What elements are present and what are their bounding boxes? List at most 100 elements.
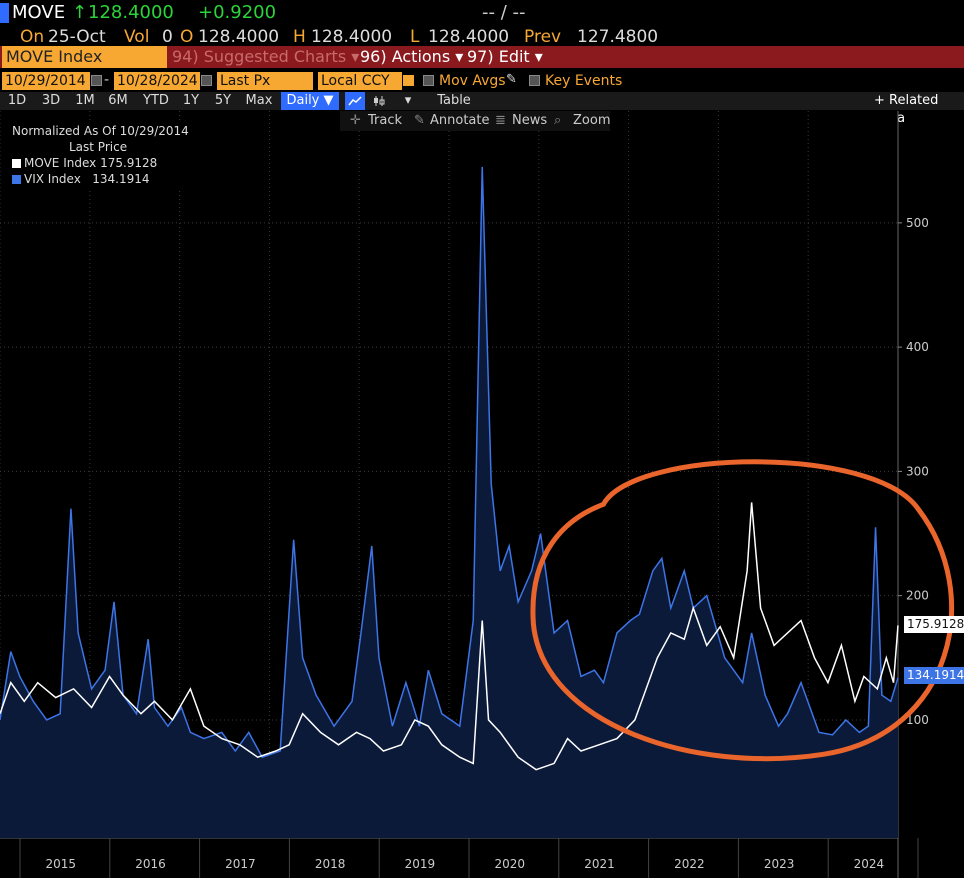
x-tick-label: 2019 [405, 857, 436, 871]
move-last-tag: 175.9128 [904, 616, 964, 633]
x-tick-label: 2016 [135, 857, 166, 871]
news-button[interactable]: News [512, 111, 547, 131]
legend-last-price: Last Price [69, 140, 128, 154]
chart-tools: ✛ Track ✎ Annotate ≣ News ⌕ Zoom [340, 111, 610, 131]
bid-ask: -- / -- [482, 2, 526, 23]
high-value: 128.4000 [311, 27, 393, 47]
edit-menu[interactable]: 97) Edit ▾ [467, 46, 543, 68]
period-toolbar: 1D 3D 1M 6M YTD 1Y 5Y Max Daily ▼ ▾ Tabl… [0, 92, 964, 126]
suggested-num: 94) [172, 47, 199, 66]
chevron-down-icon: ▾ [351, 47, 360, 66]
legend-move-value: 175.9128 [100, 156, 158, 170]
pencil-icon[interactable]: ✎ [414, 111, 425, 131]
period-6m-button[interactable]: 6M [105, 92, 131, 110]
key-events-checkbox[interactable] [529, 75, 540, 86]
low-label: L [410, 27, 420, 47]
annotate-button[interactable]: Annotate [430, 111, 489, 131]
period-1d-button[interactable]: 1D [4, 92, 30, 110]
edit-label: Edit [498, 47, 530, 66]
settings-row: 10/29/2014 - 10/28/2024 Last Px Local CC… [0, 72, 964, 92]
y-tick-label: 400 [906, 340, 929, 354]
period-max-button[interactable]: Max [244, 92, 274, 110]
high-label: H [293, 27, 306, 47]
calendar-icon[interactable] [201, 75, 212, 86]
y-tick-label: 200 [906, 589, 929, 603]
frequency-select[interactable]: Daily ▼ [281, 92, 339, 110]
date-dash: - [104, 72, 110, 88]
y-tick-label: 300 [906, 464, 929, 478]
quote-line: On 25-Oct Vol 0 O 128.4000 H 128.4000 L … [0, 27, 964, 47]
legend-normalized: Normalized As Of 10/29/2014 [12, 124, 189, 138]
vol-label: Vol [124, 27, 150, 47]
low-value: 128.4000 [428, 27, 510, 47]
price-change: +0.9200 [198, 2, 277, 23]
candlestick-icon[interactable] [369, 92, 389, 110]
suggested-label: Suggested Charts [203, 47, 347, 66]
suggested-charts-menu[interactable]: 94) Suggested Charts ▾ [172, 46, 359, 68]
edit-num: 97) [467, 47, 494, 66]
vol-value: 0 [162, 27, 173, 47]
period-5y-button[interactable]: 5Y [210, 92, 236, 110]
x-tick-label: 2024 [854, 857, 885, 871]
currency-select[interactable]: Local CCY [318, 72, 402, 90]
x-tick-label: 2020 [494, 857, 525, 871]
open-label: O [180, 27, 194, 47]
news-icon[interactable]: ≣ [495, 111, 506, 131]
chevron-down-icon: ▾ [455, 47, 464, 66]
x-tick-label: 2017 [225, 857, 256, 871]
chart-canvas[interactable]: 1002003004005002015 2016 2017 2018 2019 2020 2… [0, 111, 964, 878]
actions-label: Actions [391, 47, 451, 66]
mov-avgs-label[interactable]: Mov Avgs [439, 73, 506, 89]
last-price: 128.4000 [88, 2, 174, 23]
chart-type-dropdown-icon[interactable]: ▾ [398, 92, 418, 110]
line-chart-icon[interactable] [345, 92, 365, 110]
prev-label: Prev [524, 27, 562, 47]
x-tick-label: 2022 [674, 857, 705, 871]
legend-vix-value: 134.1914 [92, 172, 150, 186]
on-date: 25-Oct [48, 27, 106, 47]
x-tick-label: 2021 [584, 857, 615, 871]
calendar-icon[interactable] [91, 75, 102, 86]
header-line: MOVE ↑ 128.4000 +0.9200 -- / -- [0, 0, 964, 26]
chart-legend: Normalized As Of 10/29/2014 Last Price M… [6, 122, 196, 188]
end-date-field[interactable]: 10/28/2024 [114, 72, 200, 90]
period-1y-button[interactable]: 1Y [180, 92, 202, 110]
period-ytd-button[interactable]: YTD [140, 92, 172, 110]
track-button[interactable]: Track [368, 111, 402, 131]
x-tick-label: 2018 [315, 857, 346, 871]
actions-num: 96) [360, 47, 387, 66]
ticker-symbol: MOVE [12, 2, 66, 23]
key-events-label[interactable]: Key Events [545, 73, 622, 89]
ticker-marker [0, 3, 9, 23]
table-button[interactable]: Table [430, 92, 478, 110]
vix-last-tag: 134.1914 [904, 667, 964, 684]
field-select[interactable]: Last Px [217, 72, 313, 90]
period-3d-button[interactable]: 3D [38, 92, 64, 110]
on-label: On [20, 27, 45, 47]
x-tick-label: 2015 [45, 857, 76, 871]
legend-vix-entry: VIX Index 134.1914 [12, 172, 150, 186]
security-title[interactable]: MOVE Index [2, 46, 167, 68]
legend-vix-swatch [12, 175, 21, 184]
legend-vix-name: VIX Index [24, 172, 81, 186]
mov-avgs-checkbox[interactable] [423, 75, 434, 86]
legend-move-name: MOVE Index [24, 156, 97, 170]
related-data-button[interactable]: + Related Data [874, 92, 964, 126]
menu-bar: MOVE Index 94) Suggested Charts ▾ 96) Ac… [0, 46, 964, 68]
chevron-down-icon[interactable] [403, 75, 414, 86]
y-tick-label: 500 [906, 216, 929, 230]
start-date-field[interactable]: 10/29/2014 [2, 72, 90, 90]
legend-move-swatch [12, 159, 21, 168]
zoom-button[interactable]: Zoom [573, 111, 610, 131]
prev-value: 127.4800 [577, 27, 659, 47]
open-value: 128.4000 [198, 27, 280, 47]
period-1m-button[interactable]: 1M [72, 92, 98, 110]
pencil-icon[interactable]: ✎ [506, 72, 517, 87]
search-icon[interactable]: ⌕ [554, 111, 561, 131]
x-tick-label: 2023 [764, 857, 795, 871]
legend-move-entry: MOVE Index 175.9128 [12, 156, 157, 170]
actions-menu[interactable]: 96) Actions ▾ [360, 46, 463, 68]
up-arrow-icon: ↑ [72, 2, 88, 23]
chevron-down-icon: ▾ [534, 47, 543, 66]
crosshair-icon[interactable]: ✛ [350, 111, 361, 131]
